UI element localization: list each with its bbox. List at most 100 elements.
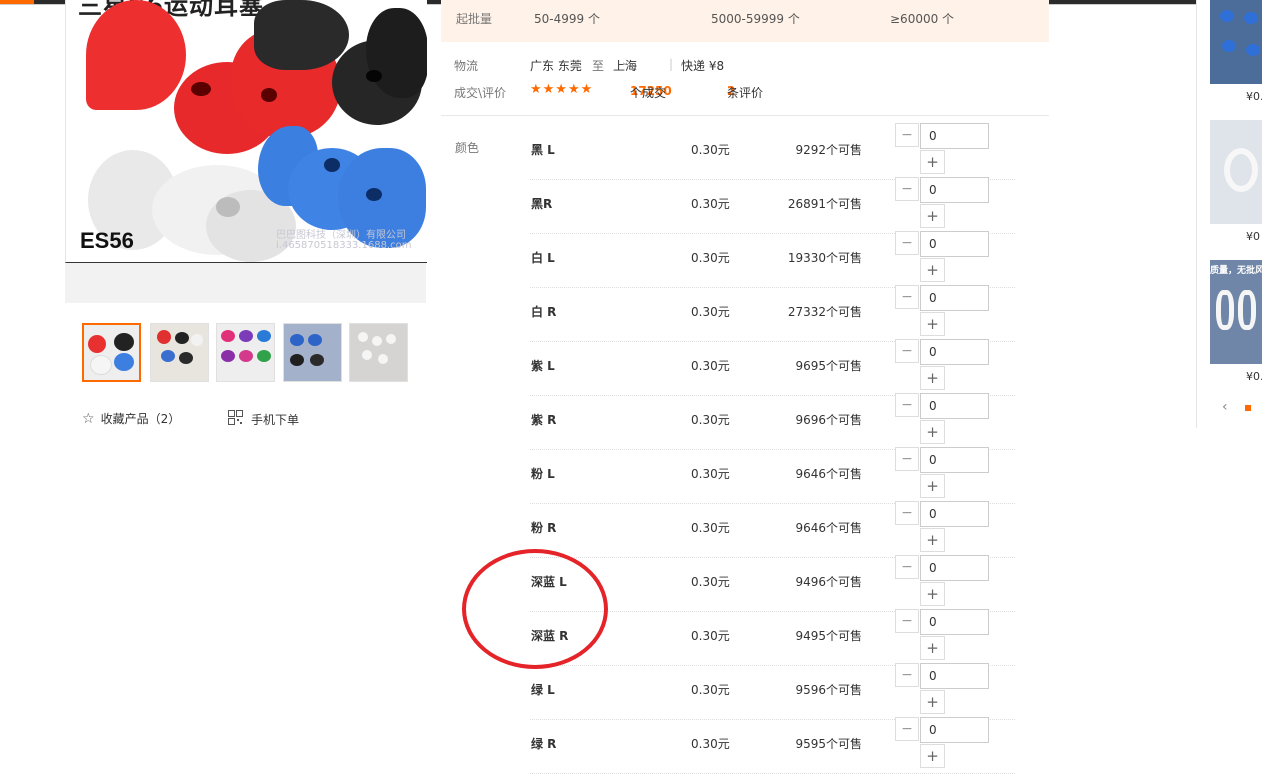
rail-item-1[interactable] — [1210, 0, 1262, 84]
sku-name: 白 L — [531, 251, 555, 265]
sku-name: 黑R — [531, 197, 553, 211]
thumbnail-4[interactable] — [283, 323, 342, 382]
quantity-input[interactable]: 0 — [920, 501, 989, 527]
sku-price: 0.30元 — [691, 413, 730, 427]
increase-button[interactable]: + — [920, 258, 945, 282]
quantity-input[interactable]: 0 — [920, 555, 989, 581]
sku-stock: 9696个可售 — [795, 413, 862, 427]
increase-button[interactable]: + — [920, 366, 945, 390]
increase-button[interactable]: + — [920, 690, 945, 714]
sku-row: 黑 L 0.30元 9292个可售 −0 + — [530, 123, 1015, 180]
rail-page-dot[interactable] — [1245, 405, 1251, 411]
tier-2: 5000-59999 个 — [711, 12, 800, 26]
watermark: 巴巴图科技（深圳）有限公司 — [276, 230, 406, 241]
sku-stock: 9695个可售 — [795, 359, 862, 373]
rating-stars: ★★★★★ — [530, 82, 594, 97]
sku-price: 0.30元 — [691, 737, 730, 751]
decrease-button[interactable]: − — [895, 555, 919, 579]
quantity-input[interactable]: 0 — [920, 447, 989, 473]
sku-name: 绿 L — [531, 683, 555, 697]
decrease-button[interactable]: − — [895, 447, 919, 471]
rail-price-2: ¥0 — [1246, 230, 1260, 243]
sku-stock: 9495个可售 — [795, 629, 862, 643]
tier-3: ≥60000 个 — [890, 12, 955, 26]
ship-from: 广东 东莞 — [530, 59, 582, 73]
sku-price: 0.30元 — [691, 251, 730, 265]
price-tier-band: 起批量 50-4999 个 5000-59999 个 ≥60000 个 — [441, 0, 1049, 42]
thumbnail-1[interactable] — [82, 323, 141, 382]
sku-name: 白 R — [531, 305, 557, 319]
sku-price: 0.30元 — [691, 305, 730, 319]
model-label: ES56 — [80, 228, 134, 253]
increase-button[interactable]: + — [920, 204, 945, 228]
quantity-input[interactable]: 0 — [920, 123, 989, 149]
sku-price: 0.30元 — [691, 521, 730, 535]
color-label: 颜色 — [455, 141, 480, 155]
quantity-input[interactable]: 0 — [920, 177, 989, 203]
decrease-button[interactable]: − — [895, 231, 919, 255]
increase-button[interactable]: + — [920, 474, 945, 498]
decrease-button[interactable]: − — [895, 393, 919, 417]
sku-name: 紫 R — [531, 413, 557, 427]
quantity-input[interactable]: 0 — [920, 231, 989, 257]
mobile-order-label: 手机下单 — [251, 412, 300, 427]
sku-row: 粉 L 0.30元 9646个可售 −0 + — [530, 447, 1015, 504]
sku-name: 粉 R — [531, 521, 557, 535]
sku-name: 紫 L — [531, 359, 555, 373]
sku-price: 0.30元 — [691, 197, 730, 211]
quantity-input[interactable]: 0 — [920, 609, 989, 635]
rail-item-2[interactable] — [1210, 120, 1262, 224]
sku-price: 0.30元 — [691, 467, 730, 481]
sku-stock: 9595个可售 — [795, 737, 862, 751]
sku-row: 白 L 0.30元 19330个可售 −0 + — [530, 231, 1015, 288]
quantity-input[interactable]: 0 — [920, 663, 989, 689]
sku-row: 绿 R 0.30元 9595个可售 −0 + — [530, 717, 1015, 774]
decrease-button[interactable]: − — [895, 177, 919, 201]
min-order-label: 起批量 — [456, 12, 493, 26]
sku-price: 0.30元 — [691, 629, 730, 643]
sku-price: 0.30元 — [691, 143, 730, 157]
rail-price-1: ¥0. — [1246, 90, 1262, 103]
sku-stock: 27332个可售 — [787, 305, 862, 319]
increase-button[interactable]: + — [920, 636, 945, 660]
thumbnail-5[interactable] — [349, 323, 408, 382]
decrease-button[interactable]: − — [895, 609, 919, 633]
logistics-label: 物流 — [454, 59, 479, 73]
sku-row: 白 R 0.30元 27332个可售 −0 + — [530, 285, 1015, 342]
sku-stock: 9646个可售 — [795, 521, 862, 535]
quantity-input[interactable]: 0 — [920, 717, 989, 743]
quantity-input[interactable]: 0 — [920, 393, 989, 419]
rail-item-3[interactable]: 质量，无批风 — [1210, 260, 1262, 364]
thumbnail-2[interactable] — [150, 323, 209, 382]
quantity-input[interactable]: 0 — [920, 285, 989, 311]
increase-button[interactable]: + — [920, 312, 945, 336]
decrease-button[interactable]: − — [895, 123, 919, 147]
sku-stock: 9596个可售 — [795, 683, 862, 697]
increase-button[interactable]: + — [920, 420, 945, 444]
decrease-button[interactable]: − — [895, 339, 919, 363]
increase-button[interactable]: + — [920, 582, 945, 606]
sku-stock: 9496个可售 — [795, 575, 862, 589]
decrease-button[interactable]: − — [895, 717, 919, 741]
chevron-left-icon[interactable]: ‹ — [1222, 399, 1228, 415]
rail-price-3: ¥0. — [1246, 370, 1262, 383]
sku-name: 粉 L — [531, 467, 555, 481]
decrease-button[interactable]: − — [895, 501, 919, 525]
tier-1: 50-4999 个 — [534, 12, 600, 26]
increase-button[interactable]: + — [920, 150, 945, 174]
decrease-button[interactable]: − — [895, 285, 919, 309]
sku-stock: 9646个可售 — [795, 467, 862, 481]
main-product-image[interactable]: 三星S6运动耳塞 ES56 巴巴图科技（深圳）有限公司 i.4658705183… — [65, 0, 427, 263]
watermark-url: i.465870518333.1688.com — [276, 240, 412, 251]
quantity-input[interactable]: 0 — [920, 339, 989, 365]
favorite-label: 收藏产品（2） — [100, 412, 181, 426]
decrease-button[interactable]: − — [895, 663, 919, 687]
red-annotation-circle — [462, 549, 608, 669]
increase-button[interactable]: + — [920, 528, 945, 552]
increase-button[interactable]: + — [920, 744, 945, 768]
sku-price: 0.30元 — [691, 683, 730, 697]
mobile-order-link[interactable]: 手机下单 — [228, 410, 299, 428]
sku-price: 0.30元 — [691, 359, 730, 373]
thumbnail-3[interactable] — [216, 323, 275, 382]
favorite-product-link[interactable]: ☆ 收藏产品（2） — [82, 410, 180, 427]
